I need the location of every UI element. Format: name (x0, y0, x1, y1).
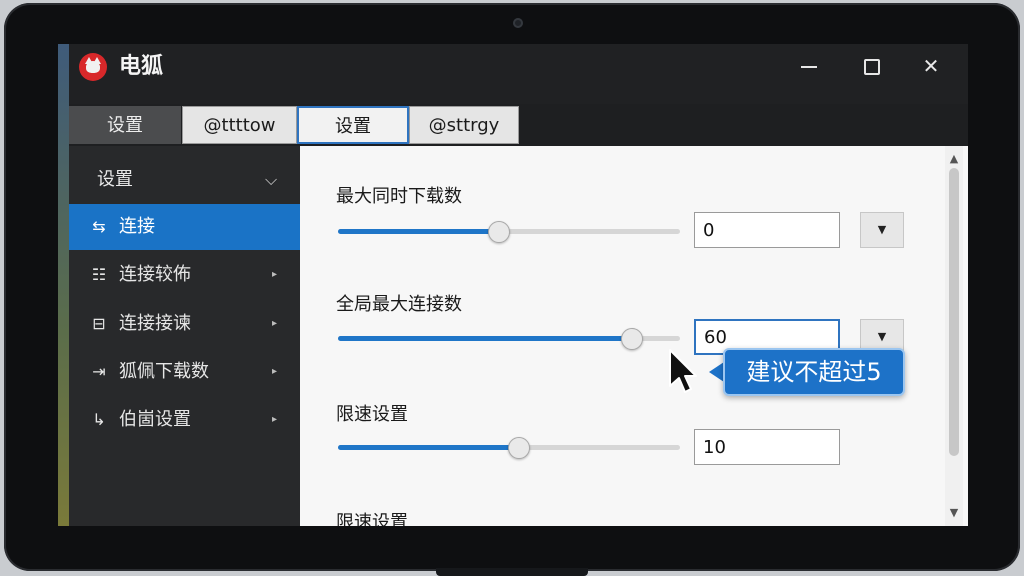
screen: 电狐 ✕ 设置 @ttttow 设置 @sttrgy 设置 ⌵ ⇆ 连接 ☷ 连… (58, 44, 968, 526)
speed-limit-input[interactable] (694, 429, 840, 465)
sidebar-item-label: 连接 (119, 216, 155, 237)
sidebar-item-label: 连接较佈 (119, 264, 191, 285)
sidebar-item-connection-speed[interactable]: ⊟ 连接接谏 ▸ (69, 301, 300, 347)
section-title-max-connections: 全局最大连接数 (336, 294, 462, 315)
tab-settings-2[interactable]: 设置 (297, 106, 409, 144)
title-bar: 电狐 ✕ (69, 44, 968, 104)
speed-limit-slider[interactable] (338, 437, 680, 459)
slider-thumb[interactable] (621, 328, 644, 350)
slider-fill (338, 229, 499, 234)
export-icon: ⇥ (92, 362, 106, 381)
minimize-icon (801, 66, 817, 68)
sidebar-header-settings[interactable]: 设置 ⌵ (69, 160, 300, 200)
chevron-right-icon: ▸ (272, 318, 278, 329)
section-title-speed-limit-2: 限速设置 (336, 512, 408, 526)
redirect-icon: ↳ (92, 410, 106, 429)
scroll-up-icon[interactable]: ▲ (945, 150, 963, 168)
scroll-down-icon[interactable]: ▼ (945, 504, 963, 522)
slider-thumb[interactable] (508, 437, 531, 459)
maximize-icon (864, 59, 880, 75)
tab-settings-1[interactable]: 设置 (69, 106, 181, 144)
sidebar-item-label: 伯崮设置 (119, 409, 191, 430)
sidebar-header-label: 设置 (97, 169, 133, 190)
slider-fill (338, 336, 633, 341)
sidebar-item-label: 狐佩下载数 (119, 361, 209, 382)
tab-ttttow[interactable]: @ttttow (182, 106, 297, 144)
tooltip: 建议不超过5 (723, 348, 905, 396)
tab-bar: 设置 @ttttow 设置 @sttrgy (69, 106, 968, 146)
sidebar-item-downloads[interactable]: ⇥ 狐佩下载数 ▸ (69, 349, 300, 395)
app-title: 电狐 (119, 54, 164, 79)
close-icon: ✕ (922, 54, 940, 78)
fox-logo-icon (79, 53, 107, 81)
close-button[interactable]: ✕ (911, 50, 951, 82)
sidebar-item-connection-list[interactable]: ☷ 连接较佈 ▸ (69, 252, 300, 298)
max-downloads-dropdown-button[interactable]: ▼ (860, 212, 904, 248)
minimize-button[interactable] (789, 50, 829, 82)
dropdown-arrow-icon: ▼ (877, 223, 887, 236)
slider-thumb[interactable] (487, 221, 510, 243)
mouse-cursor-icon (669, 349, 697, 393)
sidebar: 设置 ⌵ ⇆ 连接 ☷ 连接较佈 ▸ ⊟ 连接接谏 ▸ ⇥ 狐佩下载数 ▸ ↳ … (69, 146, 300, 526)
section-title-speed-limit: 限速设置 (336, 404, 408, 425)
sidebar-item-label: 连接接谏 (119, 313, 191, 334)
maximize-button[interactable] (851, 50, 891, 82)
webcam (513, 18, 523, 28)
dropdown-arrow-icon: ▼ (877, 330, 887, 343)
box-icon: ⊟ (92, 314, 106, 333)
monitor-stand (436, 568, 588, 576)
sidebar-item-connection[interactable]: ⇆ 连接 (69, 204, 300, 250)
max-downloads-input[interactable] (694, 212, 840, 248)
app-window: 电狐 ✕ 设置 @ttttow 设置 @sttrgy 设置 ⌵ ⇆ 连接 ☷ 连… (69, 44, 968, 526)
section-title-max-downloads: 最大同时下载数 (336, 186, 462, 207)
scrollbar-thumb[interactable] (949, 168, 959, 456)
chevron-right-icon: ▸ (272, 269, 278, 280)
tooltip-pointer (709, 362, 724, 382)
list-icon: ☷ (91, 265, 107, 284)
chevron-down-icon: ⌵ (265, 170, 278, 189)
sidebar-item-other-settings[interactable]: ↳ 伯崮设置 ▸ (69, 397, 300, 443)
chevron-right-icon: ▸ (272, 414, 278, 425)
vertical-scrollbar[interactable]: ▲ ▼ (945, 146, 963, 526)
connection-icon: ⇆ (92, 217, 106, 236)
max-connections-slider[interactable] (338, 328, 680, 350)
tab-sttrgy[interactable]: @sttrgy (409, 106, 519, 144)
settings-panel: 最大同时下载数 ▼ 全局最大连接数 ▼ 限速设置 (300, 146, 968, 526)
chevron-right-icon: ▸ (272, 366, 278, 377)
max-downloads-slider[interactable] (338, 221, 680, 243)
slider-fill (338, 445, 520, 450)
